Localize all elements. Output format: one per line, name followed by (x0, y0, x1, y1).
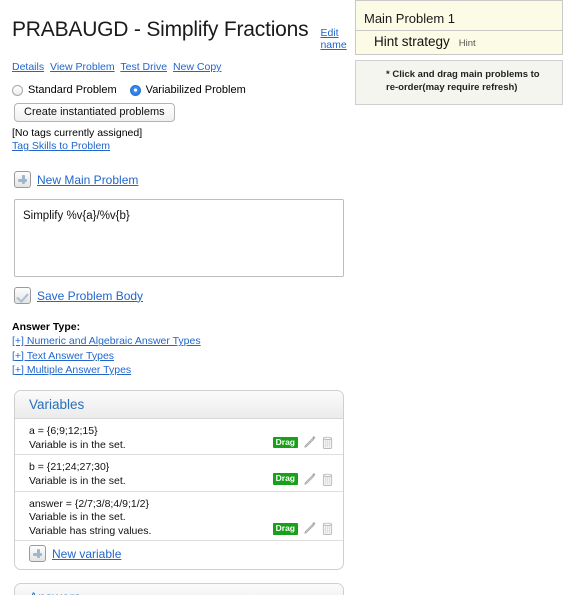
variable-definition: b = {21;24;27;30} (29, 461, 110, 474)
nav-link-test-drive[interactable]: Test Drive (120, 61, 167, 73)
save-problem-body-row[interactable]: Save Problem Body (0, 277, 352, 305)
answer-type-multiple-link[interactable]: [+] Multiple Answer Types (12, 363, 352, 377)
page-title: PRABAUGD - Simplify Fractions (12, 18, 309, 41)
edit-name-link[interactable]: Edit name (320, 27, 352, 51)
outline-main-problem-item[interactable]: Main Problem 1 (355, 7, 563, 31)
variable-row[interactable]: a = {6;9;12;15} Variable is in the set. … (15, 419, 343, 456)
variable-row-actions: Drag (272, 435, 334, 452)
trash-delete-icon[interactable] (321, 472, 334, 487)
drag-handle[interactable]: Drag (272, 523, 298, 535)
title-row: PRABAUGD - Simplify Fractions Edit name (0, 0, 352, 51)
pencil-edit-icon[interactable] (302, 435, 317, 450)
new-main-problem-link[interactable]: New Main Problem (37, 173, 138, 187)
nav-link-details[interactable]: Details (12, 61, 44, 73)
pencil-edit-icon[interactable] (302, 521, 317, 536)
variable-description: Variable is in the set. (29, 474, 126, 487)
radio-standard-problem[interactable] (12, 84, 23, 96)
outline-main-problem-label: Main Problem 1 (364, 11, 456, 26)
variables-panel-body: a = {6;9;12;15} Variable is in the set. … (15, 419, 343, 569)
problem-body-textarea[interactable] (14, 199, 344, 278)
new-main-problem-row[interactable]: New Main Problem (0, 153, 352, 189)
radio-standard-problem-label: Standard Problem (28, 84, 117, 96)
variable-row-actions: Drag (272, 521, 334, 538)
drag-handle[interactable]: Drag (272, 436, 298, 449)
answer-type-numeric-algebraic-link[interactable]: [+] Numeric and Algebraic Answer Types (12, 334, 352, 348)
checkmark-box-icon (14, 287, 31, 305)
trash-delete-icon[interactable] (321, 521, 334, 536)
save-problem-body-link[interactable]: Save Problem Body (37, 289, 143, 303)
variables-panel: Variables a = {6;9;12;15} Variable is in… (14, 389, 344, 571)
variables-panel-header: Variables (15, 390, 343, 419)
nav-link-new-copy[interactable]: New Copy (173, 61, 221, 73)
variable-description: Variable is in the set. (29, 438, 126, 451)
nav-link-view-problem[interactable]: View Problem (50, 61, 115, 73)
hint-label: Hint (458, 38, 476, 49)
drag-handle[interactable]: Drag (272, 473, 298, 485)
variable-definition: answer = {2/7;3/8;4/9;1/2} (29, 497, 149, 510)
answers-panel-title[interactable]: Answers (29, 590, 81, 595)
hint-strategy-label: Hint strategy (374, 34, 450, 49)
radio-variabilized-problem-label: Variabilized Problem (145, 84, 246, 96)
plus-box-icon (14, 171, 31, 189)
variable-definition: a = {6;9;12;15} (29, 424, 98, 437)
create-instantiated-row: Create instantiated problems (0, 96, 352, 122)
plus-box-icon (29, 545, 46, 563)
problem-outline-panel: Main Problem 1 Hint strategy Hint * Clic… (355, 0, 563, 105)
tag-status-text: [No tags currently assigned] (12, 127, 143, 139)
problem-type-radio-group: Standard Problem Variabilized Problem (0, 73, 352, 96)
tag-skills-to-problem-link[interactable]: Tag Skills to Problem (12, 140, 352, 153)
answer-type-section: Answer Type: [+] Numeric and Algebraic A… (0, 304, 352, 377)
variable-row[interactable]: answer = {2/7;3/8;4/9;1/2} Variable is i… (15, 492, 343, 542)
problem-editor-page: PRABAUGD - Simplify Fractions Edit name … (0, 0, 572, 595)
outline-note: * Click and drag main problems to re-ord… (355, 60, 563, 105)
answer-type-text-link[interactable]: [+] Text Answer Types (12, 349, 352, 363)
tag-info: [No tags currently assigned] Tag Skills … (0, 122, 352, 153)
variable-text: a = {6;9;12;15} Variable is in the set. (29, 425, 126, 452)
answers-panel-header: Answers What's this? (15, 584, 343, 595)
radio-variabilized-problem[interactable] (129, 84, 141, 96)
outline-top-strip (355, 0, 563, 7)
variable-row[interactable]: b = {21;24;27;30} Variable is in the set… (15, 455, 343, 492)
variable-description: Variable is in the set. (29, 511, 126, 524)
answer-type-heading: Answer Type: (12, 321, 81, 334)
variables-panel-title: Variables (29, 396, 85, 412)
create-instantiated-problems-button[interactable]: Create instantiated problems (14, 103, 175, 122)
new-variable-link[interactable]: New variable (52, 547, 121, 561)
answers-panel: Answers What's this? %v{answer} Edit (14, 583, 344, 595)
variable-row-actions: Drag (272, 472, 334, 489)
outline-hint-strategy-item[interactable]: Hint strategy Hint (355, 31, 563, 55)
variable-description-extra: Variable has string values. (29, 524, 152, 537)
main-content-column: PRABAUGD - Simplify Fractions Edit name … (0, 0, 352, 595)
trash-delete-icon[interactable] (321, 435, 334, 450)
nav-links: Details View Problem Test Drive New Copy (0, 51, 352, 73)
variable-text: b = {21;24;27;30} Variable is in the set… (29, 461, 126, 488)
pencil-edit-icon[interactable] (302, 472, 317, 487)
new-variable-row[interactable]: New variable (15, 541, 343, 569)
variable-text: answer = {2/7;3/8;4/9;1/2} Variable is i… (29, 498, 151, 539)
